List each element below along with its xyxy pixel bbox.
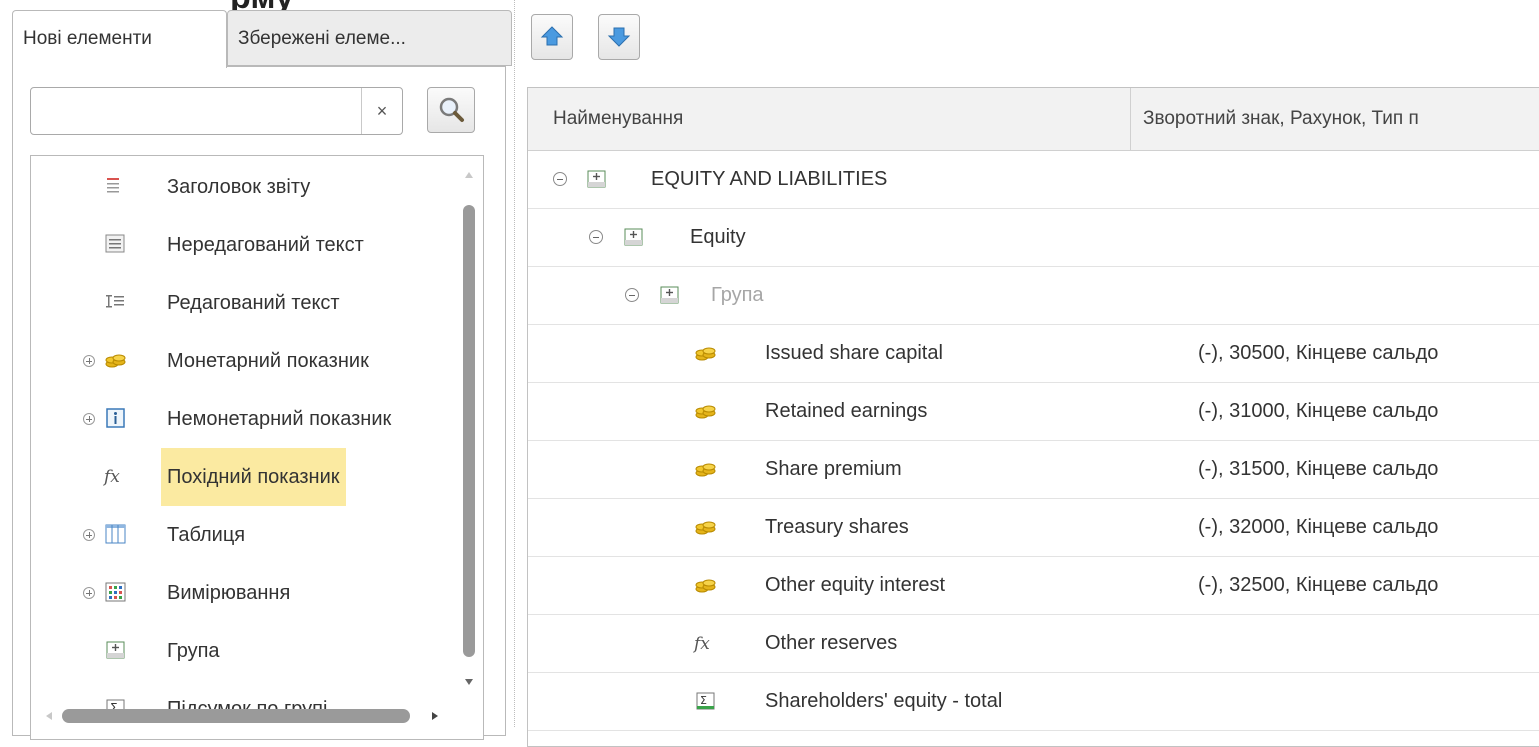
list-item-label: Похідний показник bbox=[161, 448, 346, 506]
collapse-icon[interactable] bbox=[625, 288, 639, 302]
search-button[interactable] bbox=[427, 87, 475, 133]
arrow-down-icon bbox=[607, 27, 631, 47]
list-item-group[interactable]: Група bbox=[31, 622, 471, 680]
table-row[interactable]: Група bbox=[528, 267, 1539, 325]
list-item-table[interactable]: Таблиця bbox=[31, 506, 471, 564]
table-row[interactable]: fx Other reserves bbox=[528, 615, 1539, 673]
row-detail: (-), 32000, Кінцеве сальдо bbox=[1198, 516, 1439, 538]
row-name: Share premium bbox=[765, 458, 902, 480]
svg-text:fx: fx bbox=[693, 634, 710, 654]
row-detail: (-), 32500, Кінцеве сальдо bbox=[1198, 574, 1439, 596]
list-item-label: Немонетарний показник bbox=[167, 408, 392, 430]
list-item-label: Нередагований текст bbox=[167, 234, 364, 256]
svg-text:fx: fx bbox=[103, 467, 120, 487]
list-item-derived[interactable]: fx Похідний показник bbox=[31, 448, 471, 506]
scroll-up-arrow-icon[interactable] bbox=[465, 172, 473, 178]
search-icon bbox=[439, 97, 464, 122]
coins-icon bbox=[695, 405, 716, 419]
expand-icon[interactable] bbox=[83, 413, 95, 425]
row-name: Issued share capital bbox=[765, 342, 943, 364]
list-item-label: Заголовок звіту bbox=[167, 176, 311, 198]
list-item-label: Редагований текст bbox=[167, 292, 340, 314]
row-name: Other reserves bbox=[765, 632, 898, 654]
table-row[interactable]: Retained earnings (-), 31000, Кінцеве са… bbox=[528, 383, 1539, 441]
row-name: Група bbox=[711, 284, 764, 306]
list-item-label: Монетарний показник bbox=[167, 350, 369, 372]
table-row[interactable]: Issued share capital (-), 30500, Кінцеве… bbox=[528, 325, 1539, 383]
row-detail: (-), 31000, Кінцеве сальдо bbox=[1198, 400, 1439, 422]
fx-icon: fx bbox=[693, 634, 710, 654]
row-name: Equity bbox=[690, 226, 746, 248]
list-item-report-title[interactable]: Заголовок звіту bbox=[31, 158, 471, 216]
coins-icon bbox=[695, 521, 716, 535]
table-row[interactable]: EQUITY AND LIABILITIES bbox=[528, 151, 1539, 209]
expand-icon[interactable] bbox=[83, 587, 95, 599]
table-row[interactable]: Σ Shareholders' equity - total bbox=[528, 673, 1539, 731]
row-detail: (-), 30500, Кінцеве сальдо bbox=[1198, 342, 1439, 364]
row-detail: (-), 31500, Кінцеве сальдо bbox=[1198, 458, 1439, 480]
row-name: Retained earnings bbox=[765, 400, 928, 422]
dimension-grid-icon bbox=[105, 582, 126, 602]
list-item-dimension[interactable]: Вимірювання bbox=[31, 564, 471, 622]
expand-icon[interactable] bbox=[83, 355, 95, 367]
list-item-monetary[interactable]: Монетарний показник bbox=[31, 332, 471, 390]
collapse-icon[interactable] bbox=[553, 172, 567, 186]
scroll-down-arrow-icon[interactable] bbox=[465, 679, 473, 685]
report-title-icon bbox=[107, 178, 119, 193]
sum-icon: Σ bbox=[696, 692, 715, 710]
panel-splitter[interactable] bbox=[514, 0, 515, 727]
search-input[interactable]: × bbox=[30, 87, 403, 135]
column-divider[interactable] bbox=[1130, 88, 1131, 150]
table-row[interactable]: Other equity interest (-), 32500, Кінцев… bbox=[528, 557, 1539, 615]
arrow-up-icon bbox=[540, 26, 564, 46]
list-item-non-editable-text[interactable]: Нередагований текст bbox=[31, 216, 471, 274]
group-icon bbox=[106, 641, 125, 659]
group-icon bbox=[624, 228, 643, 246]
row-name: Shareholders' equity - total bbox=[765, 690, 1003, 712]
column-header-details[interactable]: Зворотний знак, Рахунок, Тип п bbox=[1143, 88, 1539, 150]
list-item-editable-text[interactable]: Редагований текст bbox=[31, 274, 471, 332]
group-icon bbox=[660, 286, 679, 304]
table-row[interactable]: Treasury shares (-), 32000, Кінцеве саль… bbox=[528, 499, 1539, 557]
coins-icon bbox=[695, 579, 716, 593]
move-down-button[interactable] bbox=[598, 14, 640, 60]
svg-text:Σ: Σ bbox=[700, 694, 707, 707]
row-name: EQUITY AND LIABILITIES bbox=[651, 168, 888, 190]
row-name: Treasury shares bbox=[765, 516, 909, 538]
row-name: Other equity interest bbox=[765, 574, 946, 596]
group-icon bbox=[587, 170, 606, 188]
table-row[interactable]: Equity bbox=[528, 209, 1539, 267]
scroll-left-arrow-icon[interactable] bbox=[46, 712, 52, 720]
coins-icon bbox=[695, 347, 716, 361]
coins-icon bbox=[105, 354, 126, 368]
element-tabs: Нові елементи Збережені елеме... bbox=[12, 10, 512, 68]
list-item-label: Вимірювання bbox=[167, 582, 291, 604]
list-horizontal-scroll-thumb[interactable] bbox=[62, 709, 410, 723]
table-icon bbox=[105, 524, 126, 544]
element-list[interactable]: Заголовок звіту Нередагований текст Реда… bbox=[30, 155, 484, 740]
scroll-right-arrow-icon[interactable] bbox=[432, 712, 438, 720]
move-up-button[interactable] bbox=[531, 14, 573, 60]
list-vertical-scroll-thumb[interactable] bbox=[463, 205, 475, 657]
collapse-icon[interactable] bbox=[589, 230, 603, 244]
editable-text-icon bbox=[106, 295, 124, 308]
info-icon bbox=[106, 408, 125, 428]
list-item-label: Група bbox=[167, 640, 220, 662]
non-editable-text-icon bbox=[105, 234, 125, 253]
fx-icon: fx bbox=[103, 467, 120, 487]
tab-new-elements[interactable]: Нові елементи bbox=[12, 10, 227, 68]
clear-search-button[interactable]: × bbox=[361, 88, 402, 134]
column-header-name[interactable]: Найменування bbox=[553, 88, 1123, 150]
list-item-label: Таблиця bbox=[167, 524, 246, 546]
tab-saved-elements[interactable]: Збережені елеме... bbox=[227, 10, 512, 66]
coins-icon bbox=[695, 463, 716, 477]
list-item-non-monetary[interactable]: Немонетарний показник bbox=[31, 390, 471, 448]
table-header: Найменування Зворотний знак, Рахунок, Ти… bbox=[528, 88, 1539, 151]
table-row[interactable]: Share premium (-), 31500, Кінцеве сальдо bbox=[528, 441, 1539, 499]
expand-icon[interactable] bbox=[83, 529, 95, 541]
